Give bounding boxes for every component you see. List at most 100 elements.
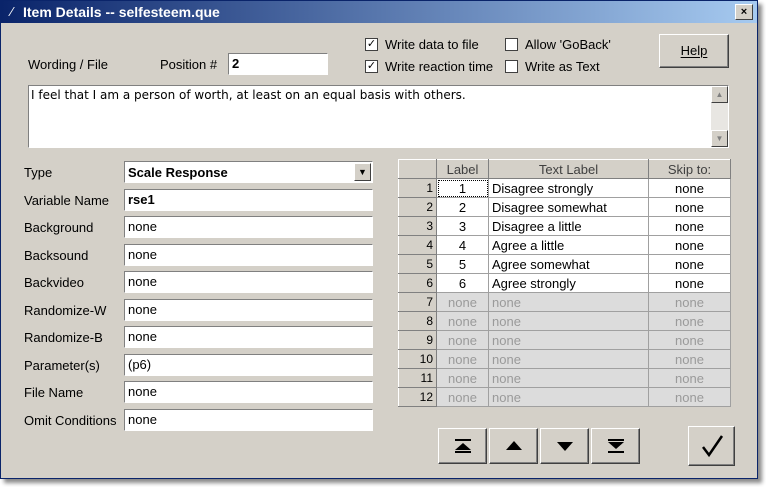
column-header-label[interactable]: Label [436,159,489,179]
label-cell[interactable]: 6 [436,273,489,293]
table-row[interactable]: 7 none none none [398,292,731,312]
row-number: 7 [398,292,437,312]
skip-to-cell[interactable]: none [648,273,731,293]
table-row[interactable]: 2 2 Disagree somewhat none [398,197,731,217]
text-label-cell[interactable]: Agree strongly [488,273,649,293]
help-button[interactable]: Help [659,34,729,68]
write-rt-checkbox[interactable]: ✓ [365,60,378,73]
column-header-skip-to[interactable]: Skip to: [648,159,731,179]
skip-to-cell[interactable]: none [648,368,731,388]
move-down-icon [556,442,573,451]
move-to-top-icon [454,439,471,453]
text-label-cell[interactable]: Disagree somewhat [488,197,649,217]
column-header-text-label[interactable]: Text Label [488,159,649,179]
skip-to-cell[interactable]: none [648,330,731,350]
skip-to-cell[interactable]: none [648,311,731,331]
type-select-value: Scale Response [128,165,228,180]
label-cell[interactable]: none [436,330,489,350]
write-data-checkbox[interactable]: ✓ [365,38,378,51]
table-row[interactable]: 8 none none none [398,311,731,331]
table-row[interactable]: 11 none none none [398,368,731,388]
label-cell[interactable]: 1 [436,178,489,198]
label-cell[interactable]: 3 [436,216,489,236]
allow-goback-checkbox[interactable] [505,38,518,51]
skip-to-cell[interactable]: none [648,292,731,312]
grid-corner-cell [398,159,437,179]
row-number: 12 [398,387,437,407]
skip-to-cell[interactable]: none [648,216,731,236]
check-mark-icon: ✓ [366,60,377,72]
backvideo-label: Backvideo [24,275,84,290]
background-input[interactable]: none [124,216,373,238]
label-cell[interactable]: 5 [436,254,489,274]
table-row[interactable]: 10 none none none [398,349,731,369]
skip-to-cell[interactable]: none [648,254,731,274]
move-down-button[interactable] [540,428,589,464]
randomize-b-input[interactable]: none [124,326,373,348]
check-mark-icon: ✓ [366,38,377,50]
move-to-top-button[interactable] [438,428,487,464]
variable-name-input[interactable]: rse1 [124,189,373,211]
item-details-window: ⁄ Item Details -- selfesteem.que × Wordi… [0,0,758,479]
omit-conditions-input[interactable]: none [124,409,373,431]
table-row[interactable]: 6 6 Agree strongly none [398,273,731,293]
file-name-input[interactable]: none [124,381,373,403]
text-label-cell[interactable]: Agree a little [488,235,649,255]
text-label-cell[interactable]: none [488,387,649,407]
label-cell[interactable]: none [436,368,489,388]
table-row[interactable]: 12 none none none [398,387,731,407]
position-input[interactable]: 2 [228,53,328,75]
table-row[interactable]: 1 1 Disagree strongly none [398,178,731,198]
parameters-input[interactable]: (p6) [124,354,373,376]
scroll-up-icon[interactable]: ▲ [711,86,728,103]
allow-goback-label: Allow 'GoBack' [525,37,611,52]
close-button[interactable]: × [735,4,753,20]
wording-scrollbar[interactable]: ▲ ▼ [711,86,728,147]
scroll-down-icon[interactable]: ▼ [711,130,728,147]
label-cell[interactable]: none [436,311,489,331]
text-label-cell[interactable]: none [488,311,649,331]
randomize-w-input[interactable]: none [124,299,373,321]
skip-to-cell[interactable]: none [648,387,731,407]
randomize-w-label: Randomize-W [24,303,107,318]
label-cell[interactable]: 4 [436,235,489,255]
chevron-down-icon[interactable]: ▼ [354,163,371,181]
backsound-input[interactable]: none [124,244,373,266]
text-label-cell[interactable]: Disagree strongly [488,178,649,198]
window-title: Item Details -- selfesteem.que [23,4,220,20]
table-row[interactable]: 4 4 Agree a little none [398,235,731,255]
type-select[interactable]: Scale Response ▼ [124,161,373,183]
write-data-label: Write data to file [385,37,479,52]
label-cell[interactable]: 2 [436,197,489,217]
move-up-button[interactable] [489,428,538,464]
label-cell[interactable]: none [436,292,489,312]
parameters-label: Parameter(s) [24,358,100,373]
text-label-cell[interactable]: none [488,368,649,388]
wording-text-area[interactable]: I feel that I am a person of worth, at l… [28,85,729,148]
wording-text: I feel that I am a person of worth, at l… [31,88,466,102]
label-cell[interactable]: none [436,349,489,369]
text-label-cell[interactable]: none [488,349,649,369]
text-label-cell[interactable]: Agree somewhat [488,254,649,274]
skip-to-cell[interactable]: none [648,349,731,369]
text-label-cell[interactable]: none [488,292,649,312]
table-row[interactable]: 3 3 Disagree a little none [398,216,731,236]
row-number: 3 [398,216,437,236]
write-text-checkbox[interactable] [505,60,518,73]
text-label-cell[interactable]: Disagree a little [488,216,649,236]
row-number: 2 [398,197,437,217]
skip-to-cell[interactable]: none [648,197,731,217]
title-bar[interactable]: ⁄ Item Details -- selfesteem.que × [1,1,757,23]
row-number: 11 [398,368,437,388]
backvideo-input[interactable]: none [124,271,373,293]
skip-to-cell[interactable]: none [648,235,731,255]
move-to-bottom-button[interactable] [591,428,640,464]
text-label-cell[interactable]: none [488,330,649,350]
label-cell[interactable]: none [436,387,489,407]
backsound-label: Backsound [24,248,89,263]
table-row[interactable]: 5 5 Agree somewhat none [398,254,731,274]
skip-to-cell[interactable]: none [648,178,731,198]
ok-button[interactable] [688,426,735,466]
table-row[interactable]: 9 none none none [398,330,731,350]
omit-conditions-label: Omit Conditions [24,413,117,428]
